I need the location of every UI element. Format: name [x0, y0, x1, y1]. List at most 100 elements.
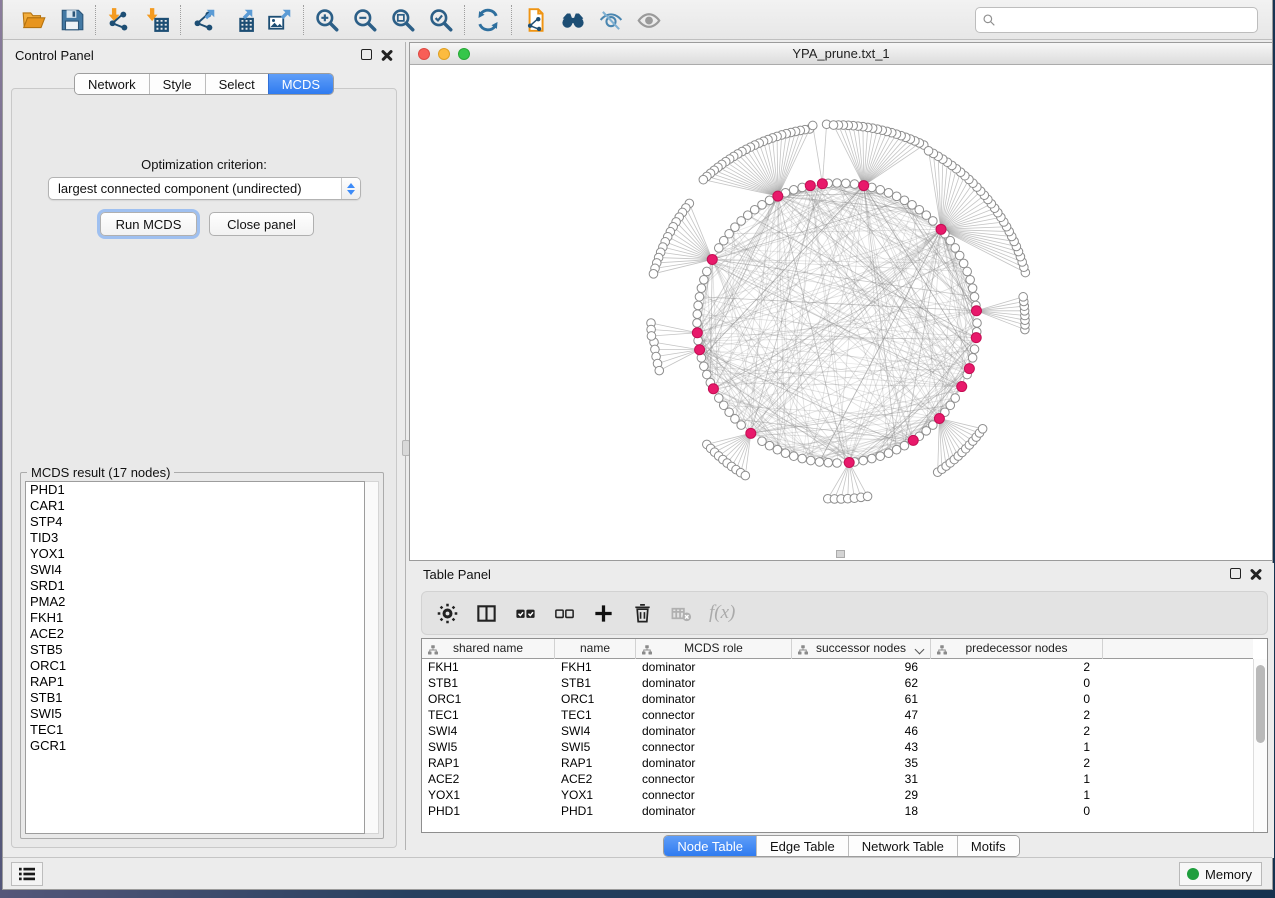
- ring-node[interactable]: [868, 454, 877, 463]
- ring-node[interactable]: [892, 445, 901, 454]
- import-table-button[interactable]: [143, 6, 171, 34]
- mcds-node[interactable]: [817, 179, 827, 189]
- zoom-out-button[interactable]: [351, 6, 379, 34]
- ring-node[interactable]: [859, 456, 868, 465]
- mcds-list-scrollbar[interactable]: [365, 481, 379, 834]
- ring-node[interactable]: [703, 370, 712, 379]
- mcds-node[interactable]: [692, 328, 702, 338]
- ring-node[interactable]: [970, 292, 979, 301]
- mcds-node[interactable]: [805, 181, 815, 191]
- ring-node[interactable]: [884, 449, 893, 458]
- mcds-result-item[interactable]: STB1: [26, 690, 364, 706]
- ring-node[interactable]: [900, 196, 909, 205]
- leaf-node[interactable]: [924, 147, 933, 156]
- mcds-result-item[interactable]: RAP1: [26, 674, 364, 690]
- mcds-node[interactable]: [859, 181, 869, 191]
- ring-node[interactable]: [700, 362, 709, 371]
- memory-button[interactable]: Memory: [1179, 862, 1262, 886]
- ring-node[interactable]: [695, 292, 704, 301]
- mcds-result-item[interactable]: SWI4: [26, 562, 364, 578]
- ring-node[interactable]: [781, 449, 790, 458]
- search-box[interactable]: [975, 7, 1258, 33]
- zoom-selected-button[interactable]: [427, 6, 455, 34]
- mcds-result-item[interactable]: GCR1: [26, 738, 364, 754]
- ring-node[interactable]: [824, 458, 833, 467]
- column-header-name[interactable]: name: [555, 639, 636, 659]
- tab-network-table[interactable]: Network Table: [848, 836, 957, 856]
- ring-node[interactable]: [773, 445, 782, 454]
- table-row[interactable]: ORC1ORC1dominator610: [422, 691, 1253, 707]
- tab-network[interactable]: Network: [75, 74, 149, 94]
- ring-node[interactable]: [970, 345, 979, 354]
- find-button[interactable]: [559, 6, 587, 34]
- ring-node[interactable]: [789, 452, 798, 461]
- float-panel-icon[interactable]: [361, 49, 372, 60]
- select-all-rows-button[interactable]: [514, 601, 538, 625]
- leaf-node[interactable]: [649, 270, 658, 279]
- ring-node[interactable]: [884, 189, 893, 198]
- mcds-node[interactable]: [908, 435, 918, 445]
- ring-node[interactable]: [850, 180, 859, 189]
- ring-node[interactable]: [806, 456, 815, 465]
- mcds-result-item[interactable]: ORC1: [26, 658, 364, 674]
- mcds-result-item[interactable]: TEC1: [26, 722, 364, 738]
- ring-node[interactable]: [765, 441, 774, 450]
- ring-node[interactable]: [798, 454, 807, 463]
- mcds-result-item[interactable]: SRD1: [26, 578, 364, 594]
- deselect-all-rows-button[interactable]: [553, 601, 577, 625]
- mcds-result-item[interactable]: CAR1: [26, 498, 364, 514]
- ring-node[interactable]: [833, 459, 842, 468]
- ring-node[interactable]: [841, 179, 850, 188]
- export-network-button[interactable]: [190, 6, 218, 34]
- leaf-node[interactable]: [829, 121, 838, 130]
- ring-node[interactable]: [959, 259, 968, 268]
- tab-motifs[interactable]: Motifs: [957, 836, 1019, 856]
- column-header-predecessor-nodes[interactable]: predecessor nodes: [931, 639, 1103, 659]
- close-panel-icon[interactable]: [381, 49, 393, 61]
- mcds-node[interactable]: [773, 191, 783, 201]
- ring-node[interactable]: [968, 284, 977, 293]
- ring-node[interactable]: [968, 354, 977, 363]
- add-column-button[interactable]: [592, 601, 616, 625]
- mcds-node[interactable]: [707, 254, 717, 264]
- mcds-node[interactable]: [708, 384, 718, 394]
- ring-node[interactable]: [966, 275, 975, 284]
- mcds-result-item[interactable]: SWI5: [26, 706, 364, 722]
- ring-node[interactable]: [876, 452, 885, 461]
- ring-node[interactable]: [697, 284, 706, 293]
- mcds-result-item[interactable]: YOX1: [26, 546, 364, 562]
- export-image-button[interactable]: [266, 6, 294, 34]
- mcds-result-item[interactable]: FKH1: [26, 610, 364, 626]
- table-row[interactable]: TEC1TEC1connector472: [422, 707, 1253, 723]
- mcds-result-list[interactable]: PHD1CAR1STP4TID3YOX1SWI4SRD1PMA2FKH1ACE2…: [25, 481, 365, 834]
- share-document-button[interactable]: [521, 6, 549, 34]
- ring-node[interactable]: [833, 179, 842, 188]
- ring-node[interactable]: [693, 319, 702, 328]
- show-eye-button[interactable]: [635, 6, 663, 34]
- close-table-panel-icon[interactable]: [1250, 568, 1262, 580]
- mcds-node[interactable]: [971, 333, 981, 343]
- export-table-button[interactable]: [228, 6, 256, 34]
- open-session-button[interactable]: [20, 6, 48, 34]
- table-row[interactable]: FKH1FKH1dominator962: [422, 659, 1253, 675]
- table-scrollbar[interactable]: [1253, 659, 1267, 832]
- mcds-result-item[interactable]: TID3: [26, 530, 364, 546]
- table-row[interactable]: RAP1RAP1dominator352: [422, 755, 1253, 771]
- ring-node[interactable]: [876, 186, 885, 195]
- mcds-node[interactable]: [934, 413, 944, 423]
- save-session-button[interactable]: [58, 6, 86, 34]
- table-scrollbar-thumb[interactable]: [1256, 665, 1265, 743]
- table-row[interactable]: YOX1YOX1connector291: [422, 787, 1253, 803]
- leaf-node[interactable]: [741, 471, 750, 480]
- ring-node[interactable]: [694, 301, 703, 310]
- import-network-button[interactable]: [105, 6, 133, 34]
- toggle-panel-button[interactable]: [475, 601, 499, 625]
- table-row[interactable]: STB1STB1dominator620: [422, 675, 1253, 691]
- ring-node[interactable]: [951, 394, 960, 403]
- column-header-MCDS-role[interactable]: MCDS role: [636, 639, 792, 659]
- refresh-network-button[interactable]: [474, 6, 502, 34]
- ring-node[interactable]: [973, 319, 982, 328]
- ring-node[interactable]: [703, 267, 712, 276]
- run-mcds-button[interactable]: Run MCDS: [100, 212, 197, 236]
- zoom-fit-button[interactable]: [389, 6, 417, 34]
